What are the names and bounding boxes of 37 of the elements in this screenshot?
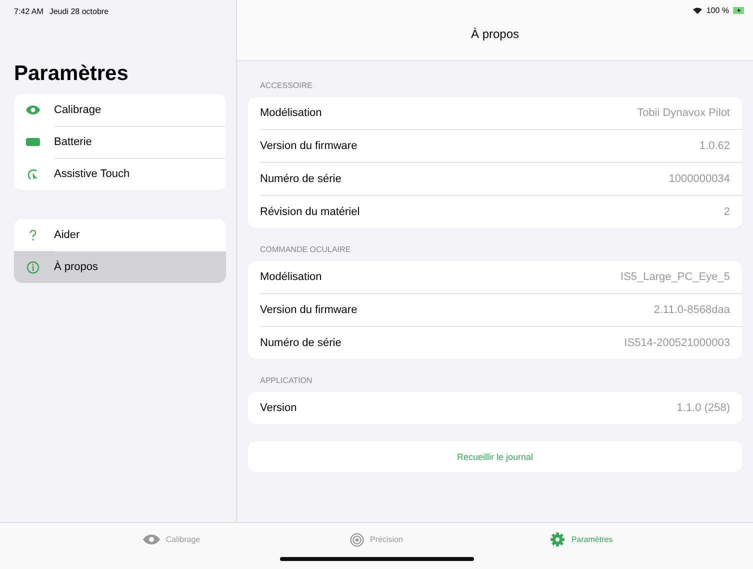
- target-icon: [350, 532, 364, 546]
- section-header: COMMANDE OCULAIRE: [260, 245, 352, 255]
- row-value: IS514-200521000003: [624, 337, 730, 349]
- sidebar-title: Paramètres: [14, 62, 130, 86]
- row-value: 2.11.0-8568daa: [654, 304, 730, 316]
- status-time: 7:42 AM: [14, 7, 44, 18]
- wifi-icon: [693, 7, 702, 14]
- row-label: Modélisation: [260, 271, 322, 283]
- sidebar-item[interactable]: Assistive Touch: [14, 158, 226, 190]
- eye-icon: [142, 534, 160, 545]
- touch-icon: [26, 168, 40, 180]
- section-header: ACCESSOIRE: [260, 81, 314, 91]
- info-icon: [26, 260, 40, 274]
- page-title: À propos: [470, 27, 520, 41]
- row-label: Modélisation: [260, 107, 322, 119]
- row-value: 1000000034: [668, 173, 730, 185]
- row-label: Numéro de série: [260, 337, 342, 349]
- sidebar-item[interactable]: Batterie: [14, 126, 226, 158]
- status-date: Jeudi 28 octobre: [49, 7, 109, 18]
- row-label: Numéro de série: [260, 173, 342, 185]
- sidebar-item[interactable]: Calibrage: [14, 94, 226, 126]
- row-value: 1.1.0 (258): [676, 402, 730, 414]
- row-value: Tobii Dynavox Pilot: [637, 107, 730, 119]
- battery-charging-icon: [733, 7, 745, 14]
- row-value: IS5_Large_PC_Eye_5: [620, 271, 730, 283]
- row-label: Version: [260, 402, 297, 414]
- row-value: 1.0.62: [699, 140, 730, 152]
- gear-icon: [550, 532, 566, 547]
- row-label: Version du firmware: [260, 140, 358, 152]
- row-label: Révision du matériel: [260, 206, 360, 218]
- battery-icon: [26, 138, 40, 146]
- eye-icon: [26, 105, 40, 115]
- row-label: Version du firmware: [260, 304, 358, 316]
- battery-percentage: 100 %: [706, 6, 729, 15]
- row-value: 2: [724, 206, 730, 218]
- section-header: APPLICATION: [260, 376, 314, 386]
- sidebar-item[interactable]: À propos: [14, 251, 226, 283]
